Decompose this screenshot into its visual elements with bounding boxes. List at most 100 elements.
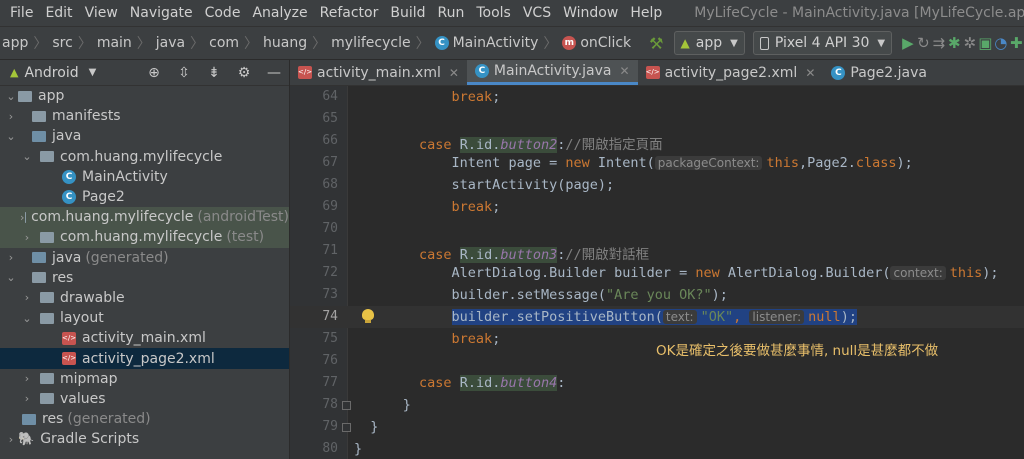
- profile-icon[interactable]: ▣: [978, 34, 993, 52]
- collapse-all-icon[interactable]: ⇟: [199, 65, 229, 81]
- device-manager-icon[interactable]: ✚: [1009, 34, 1024, 52]
- chevron-down-icon[interactable]: ⌄: [4, 271, 18, 284]
- breadcrumb-item[interactable]: onClick: [580, 35, 631, 51]
- breadcrumb-item[interactable]: MainActivity: [453, 35, 539, 51]
- tree-item[interactable]: › manifests: [0, 106, 289, 126]
- tab-activity-page2-xml[interactable]: </> activity_page2.xml ✕: [638, 60, 824, 85]
- menu-vcs[interactable]: VCS: [517, 5, 557, 21]
- hammer-icon[interactable]: ⚒: [649, 34, 663, 53]
- tree-item[interactable]: › drawable: [0, 288, 289, 308]
- code-line-current[interactable]: 74 builder.setPositiveButton(text: "OK", …: [290, 306, 1024, 328]
- menu-run[interactable]: Run: [432, 5, 471, 21]
- menu-window[interactable]: Window: [557, 5, 624, 21]
- breadcrumb-item[interactable]: app: [2, 35, 28, 51]
- profiler-gauge-icon[interactable]: ◔: [993, 34, 1008, 52]
- code-line[interactable]: 64 break;: [290, 86, 1024, 108]
- menu-edit[interactable]: Edit: [39, 5, 78, 21]
- code-line[interactable]: 70: [290, 218, 1024, 240]
- attach-debugger-icon[interactable]: ✲: [962, 34, 977, 52]
- menu-analyze[interactable]: Analyze: [246, 5, 313, 21]
- chevron-right-icon[interactable]: ›: [20, 211, 24, 224]
- chevron-down-icon[interactable]: ⌄: [20, 312, 34, 325]
- tree-item-selected[interactable]: </> activity_page2.xml: [0, 348, 289, 369]
- code-line[interactable]: 69 break;: [290, 196, 1024, 218]
- menu-file[interactable]: File: [4, 5, 39, 21]
- chevron-right-icon[interactable]: ›: [4, 433, 18, 446]
- breadcrumb-item[interactable]: java: [156, 35, 185, 51]
- tree-item[interactable]: › java (generated): [0, 248, 289, 268]
- package-icon: [40, 231, 54, 243]
- chevron-right-icon[interactable]: ›: [4, 251, 18, 264]
- tree-item[interactable]: › com.huang.mylifecycle (androidTest): [0, 207, 289, 228]
- menu-refactor[interactable]: Refactor: [314, 5, 385, 21]
- chevron-down-icon[interactable]: ⌄: [20, 150, 34, 163]
- tree-item[interactable]: ⌄ app: [0, 86, 289, 106]
- project-view-select[interactable]: Android: [24, 65, 78, 81]
- breadcrumb-item[interactable]: main: [97, 35, 132, 51]
- tab-mainactivity-java[interactable]: C MainActivity.java ✕: [466, 60, 638, 85]
- tree-item[interactable]: ⌄ com.huang.mylifecycle: [0, 147, 289, 167]
- code-line[interactable]: 80}: [290, 438, 1024, 459]
- close-icon[interactable]: ✕: [449, 66, 459, 80]
- chevron-down-icon[interactable]: ▼: [89, 67, 97, 78]
- tree-item[interactable]: › mipmap: [0, 369, 289, 389]
- tree-item-label: java: [52, 249, 82, 266]
- chevron-right-icon[interactable]: ›: [20, 392, 34, 405]
- chevron-down-icon[interactable]: ⌄: [4, 90, 18, 103]
- close-icon[interactable]: ✕: [805, 66, 815, 80]
- tree-item[interactable]: ⌄ layout: [0, 308, 289, 328]
- tree-item[interactable]: › com.huang.mylifecycle (test): [0, 227, 289, 248]
- chevron-right-icon[interactable]: ›: [20, 372, 34, 385]
- code-line[interactable]: 78 }: [290, 394, 1024, 416]
- code-editor[interactable]: 64 break; 65 66 case R.id.button2://開啟指定…: [290, 86, 1024, 459]
- expand-all-icon[interactable]: ⇳: [169, 65, 199, 81]
- device-select[interactable]: Pixel 4 API 30 ▼: [752, 31, 893, 55]
- close-icon[interactable]: ✕: [620, 64, 630, 78]
- fold-marker-icon[interactable]: [342, 423, 351, 432]
- chevron-down-icon[interactable]: ⌄: [4, 130, 18, 143]
- tree-item[interactable]: C Page2: [0, 187, 289, 207]
- tree-item[interactable]: </> activity_main.xml: [0, 328, 289, 348]
- breadcrumb-item[interactable]: huang: [263, 35, 307, 51]
- chevron-right-icon[interactable]: ›: [20, 291, 34, 304]
- breadcrumb-item[interactable]: mylifecycle: [331, 35, 410, 51]
- code-line[interactable]: 71 case R.id.button3://開啟對話框: [290, 240, 1024, 263]
- locate-icon[interactable]: ⊕: [139, 65, 169, 81]
- tree-item[interactable]: › values: [0, 389, 289, 409]
- tab-activity-main-xml[interactable]: </> activity_main.xml ✕: [290, 60, 467, 85]
- tree-item[interactable]: res (generated): [0, 409, 289, 429]
- code-line[interactable]: 73 builder.setMessage("Are you OK?");: [290, 284, 1024, 306]
- menu-help[interactable]: Help: [624, 5, 668, 21]
- apply-changes-icon[interactable]: ↻: [916, 34, 931, 52]
- menu-view[interactable]: View: [79, 5, 124, 21]
- menu-build[interactable]: Build: [384, 5, 431, 21]
- hide-icon[interactable]: —: [259, 65, 289, 81]
- chevron-right-icon[interactable]: ›: [20, 231, 34, 244]
- fold-marker-icon[interactable]: [342, 401, 351, 410]
- menu-navigate[interactable]: Navigate: [124, 5, 199, 21]
- menu-code[interactable]: Code: [199, 5, 247, 21]
- debug-icon[interactable]: ✱: [947, 34, 962, 52]
- run-icon[interactable]: ▶: [900, 34, 915, 52]
- menu-tools[interactable]: Tools: [470, 5, 517, 21]
- tree-item[interactable]: ⌄ res: [0, 268, 289, 288]
- breadcrumb-item[interactable]: com: [209, 35, 239, 51]
- code-line[interactable]: 67 Intent page = new Intent(packageConte…: [290, 152, 1024, 174]
- code-text: break;: [451, 89, 501, 105]
- code-line[interactable]: 66 case R.id.button2://開啟指定頁面: [290, 130, 1024, 153]
- tab-page2-java[interactable]: C Page2.java: [823, 60, 935, 85]
- apply-code-changes-icon[interactable]: ⇉: [931, 34, 946, 52]
- breadcrumb-item[interactable]: src: [52, 35, 72, 51]
- run-config-select[interactable]: ▲ app ▼: [673, 31, 745, 55]
- code-line[interactable]: 68 startActivity(page);: [290, 174, 1024, 196]
- tree-item[interactable]: C MainActivity: [0, 167, 289, 187]
- gear-icon[interactable]: ⚙: [229, 65, 259, 81]
- code-line[interactable]: 79 }: [290, 416, 1024, 438]
- chevron-right-icon[interactable]: ›: [4, 110, 18, 123]
- tree-item[interactable]: ⌄ java: [0, 126, 289, 146]
- code-line[interactable]: 72 AlertDialog.Builder builder = new Ale…: [290, 262, 1024, 284]
- code-line[interactable]: 77 case R.id.button4:: [290, 372, 1024, 394]
- code-line[interactable]: 65: [290, 108, 1024, 130]
- tree-item[interactable]: › 🐘 Gradle Scripts: [0, 429, 289, 449]
- tree-item-label: app: [38, 88, 65, 105]
